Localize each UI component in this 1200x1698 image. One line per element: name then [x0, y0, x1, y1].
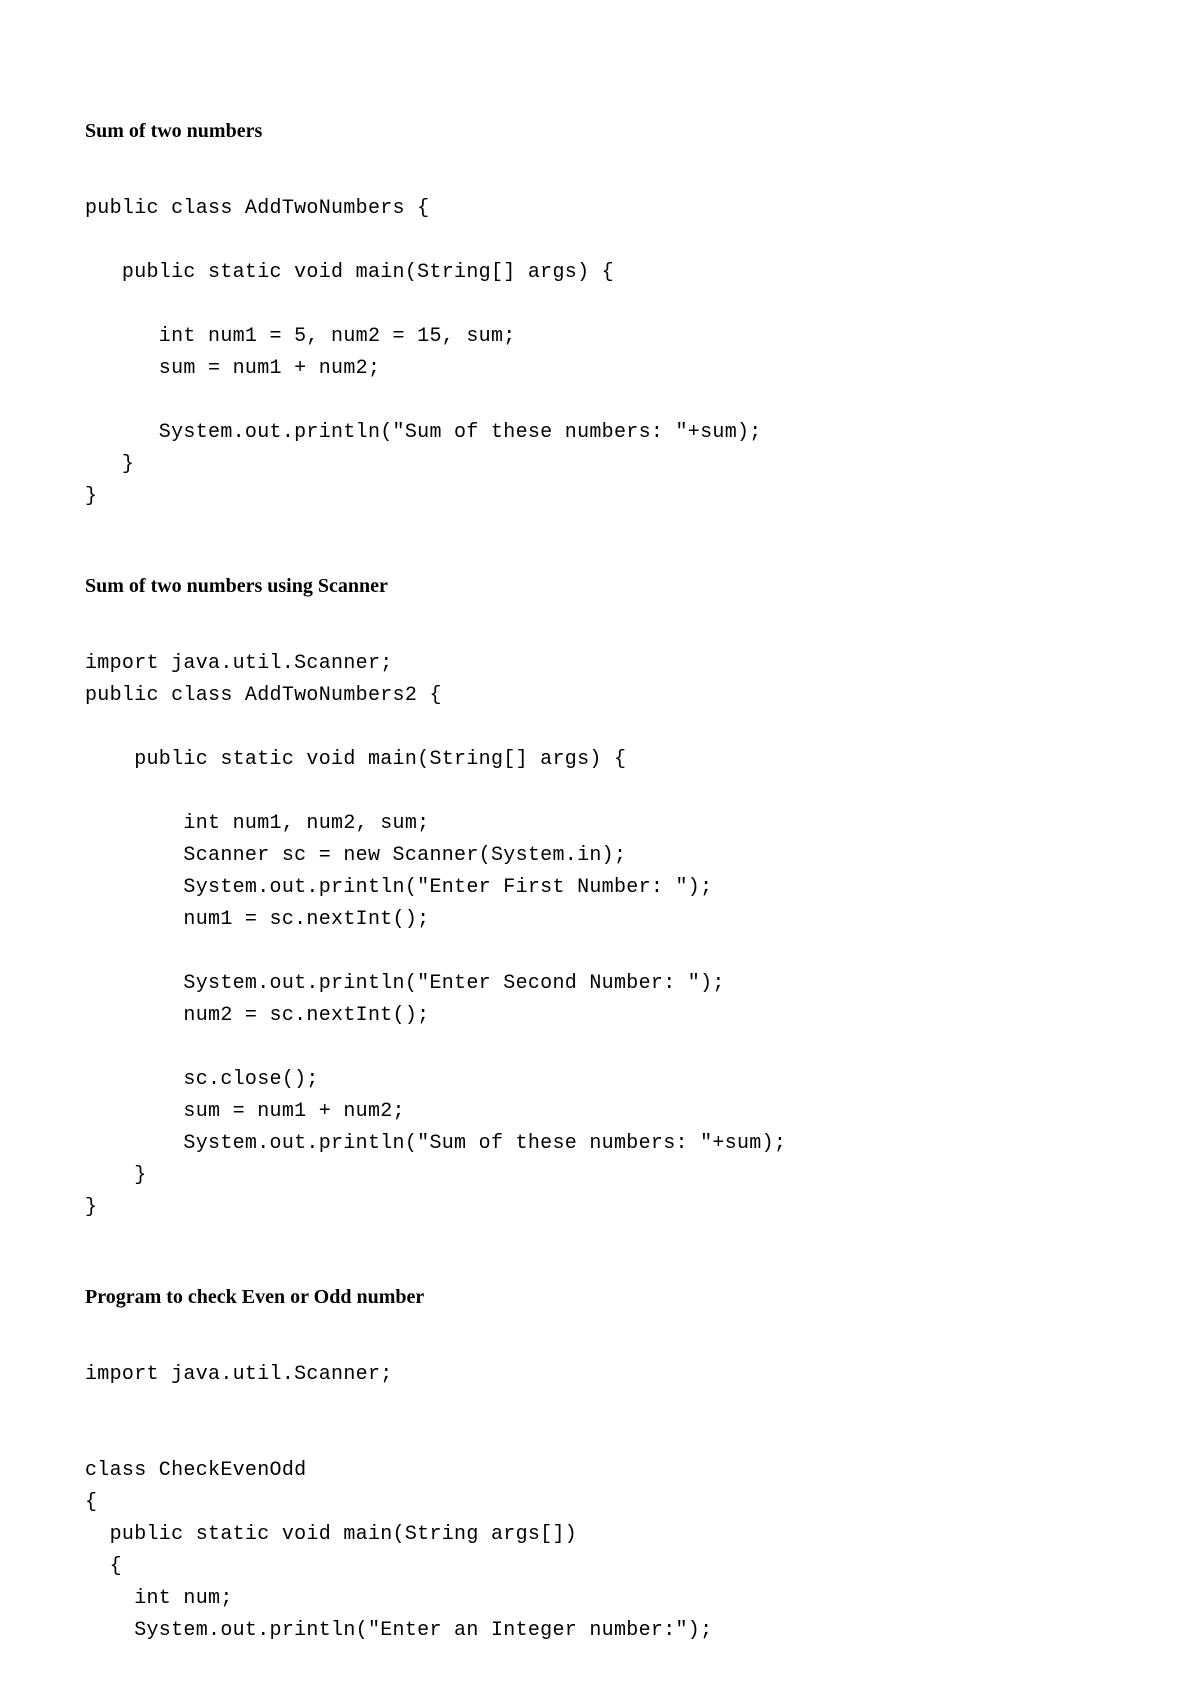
document-page: Sum of two numbers public class AddTwoNu…: [85, 120, 1115, 1647]
section-heading-1: Sum of two numbers: [85, 120, 1115, 143]
code-block-2: import java.util.Scanner; public class A…: [85, 648, 1115, 1224]
code-block-1: public class AddTwoNumbers { public stat…: [85, 193, 1115, 513]
code-block-3: import java.util.Scanner; class CheckEve…: [85, 1359, 1115, 1647]
section-1: Sum of two numbers public class AddTwoNu…: [85, 120, 1115, 513]
section-heading-3: Program to check Even or Odd number: [85, 1286, 1115, 1309]
section-2: Sum of two numbers using Scanner import …: [85, 575, 1115, 1224]
section-heading-2: Sum of two numbers using Scanner: [85, 575, 1115, 598]
section-3: Program to check Even or Odd number impo…: [85, 1286, 1115, 1647]
